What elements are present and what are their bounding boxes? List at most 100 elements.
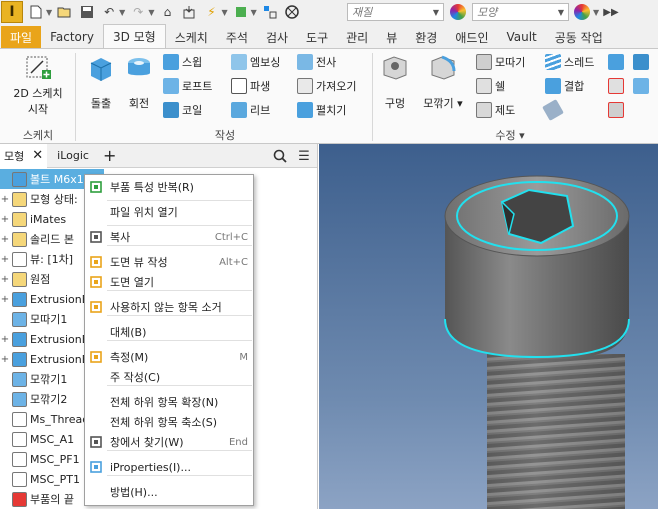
tree-origin[interactable]: + 원점 [0,269,50,289]
tab-factory[interactable]: Factory [41,26,103,48]
combine-button[interactable]: 결합 [545,77,584,95]
tab-environments[interactable]: 환경 [406,26,446,48]
tree-extrusion-1[interactable]: + ExtrusionB [0,289,89,309]
color-wheel-icon[interactable] [450,4,466,20]
eraser-button[interactable] [542,99,564,121]
tree-end-of-part[interactable]: 부품의 끝 [0,489,74,509]
tree-ms-thread[interactable]: Ms_Thread [0,409,89,429]
modify-group-label[interactable]: 수정 ▾ [470,127,550,143]
extrude-button[interactable]: 돌출 [82,53,120,111]
graphics-viewport[interactable] [319,144,658,509]
expand-icon[interactable]: + [0,214,10,225]
draft-button[interactable]: 제도 [476,101,515,119]
tab-ilogic[interactable]: iLogic [53,144,93,168]
move-face-button[interactable] [608,53,627,71]
direct-edit-button[interactable] [608,77,627,95]
unfold-button[interactable]: 펼치기 [297,101,346,119]
tab-file[interactable]: 파일 [1,26,42,48]
expand-icon[interactable]: + [0,234,10,245]
menu-repeat-part-properties[interactable]: 부품 특성 반복(R) [85,177,253,197]
menu-copy[interactable]: 복사 Ctrl+C [85,227,253,247]
expand-icon[interactable]: + [0,334,10,345]
start-2d-sketch-button[interactable]: 2D 스케치 시작 [8,53,68,117]
tree-fillet-1[interactable]: 모깎기1 [0,369,67,389]
split-button[interactable] [633,77,652,95]
menu-find-in-window[interactable]: 창에서 찾기(W) End [85,432,253,452]
revolve-button[interactable]: 회전 [120,53,158,111]
tree-msc-a1[interactable]: MSC_A1 [0,429,74,449]
expand-icon[interactable]: + [0,354,10,365]
select-dropdown-icon[interactable]: ▼ [251,8,257,17]
decal-button[interactable]: 전사 [297,53,336,71]
material-combo[interactable]: 재질 ▼ [347,3,444,21]
appearance-dropdown-icon[interactable]: ▼ [593,8,599,17]
menu-create-drawing-view[interactable]: 도면 뷰 작성 Alt+C [85,252,253,272]
search-icon[interactable] [271,147,289,165]
tree-imates[interactable]: + iMates [0,209,66,229]
tab-add-ins[interactable]: 애드인 [446,26,497,48]
delete-face-button[interactable] [608,101,627,119]
rib-button[interactable]: 리브 [231,101,270,119]
tab-sketch[interactable]: 스케치 [166,26,217,48]
thread-button[interactable]: 스레드 [545,53,594,71]
add-tab-button[interactable]: + [99,144,120,168]
tree-chamfer-1[interactable]: 모따기1 [0,309,67,329]
menu-expand-all-children[interactable]: 전체 하위 항목 확장(N) [85,392,253,412]
tree-extrusion-2[interactable]: + ExtrusionB [0,329,89,349]
parameters-icon[interactable] [261,3,279,21]
copy-object-button[interactable] [633,53,652,71]
tab-tools[interactable]: 도구 [297,26,337,48]
import-button[interactable]: 가져오기 [297,77,356,95]
tree-extrusion-3[interactable]: + ExtrusionB [0,349,89,369]
expand-icon[interactable]: + [0,194,10,205]
menu-purge-unused[interactable]: 사용하지 않는 항목 소거 [85,297,253,317]
tree-solid-bodies[interactable]: + 솔리드 본 [0,229,74,249]
redo-icon[interactable]: ↷ [129,3,147,21]
close-icon[interactable]: ✕ [32,148,43,163]
tree-fillet-2[interactable]: 모깎기2 [0,389,67,409]
save-icon[interactable] [78,3,96,21]
new-dropdown-icon[interactable]: ▼ [46,8,52,17]
loft-button[interactable]: 로프트 [163,77,212,95]
menu-replace[interactable]: 대체(B) [85,322,253,342]
fillet-button[interactable]: 모깎기 ▾ [420,53,466,111]
undo-dropdown-icon[interactable]: ▼ [119,8,125,17]
appearance-combo[interactable]: 모양 ▼ [472,3,569,21]
expand-icon[interactable]: + [0,274,10,285]
menu-open-file-location[interactable]: 파일 위치 열기 [85,202,253,222]
menu-create-note[interactable]: 주 작성(C) [85,367,253,387]
no-material-icon[interactable] [283,3,301,21]
open-icon[interactable] [56,3,74,21]
derive-button[interactable]: 파생 [231,77,270,95]
redo-dropdown-icon[interactable]: ▼ [148,8,154,17]
overflow-icon[interactable]: ▶▶ [602,3,620,21]
menu-how-to[interactable]: 방법(H)... [85,482,253,502]
tree-view[interactable]: + 뷰: [1차] [0,249,73,269]
update-dropdown-icon[interactable]: ▼ [221,8,227,17]
tab-manage[interactable]: 관리 [337,26,377,48]
update-icon[interactable]: ⚡ [202,3,220,21]
undo-icon[interactable]: ↶ [100,3,118,21]
menu-iproperties[interactable]: iProperties(I)... [85,457,253,477]
menu-measure[interactable]: 측정(M) M [85,347,253,367]
emboss-button[interactable]: 엠보싱 [231,53,280,71]
tab-model[interactable]: 모형 ✕ [0,143,48,168]
expand-icon[interactable]: + [0,254,10,265]
return-icon[interactable] [180,3,198,21]
hole-button[interactable]: 구멍 [377,53,413,111]
shell-button[interactable]: 쉘 [476,77,505,95]
select-icon[interactable] [232,3,250,21]
coil-button[interactable]: 코일 [163,101,202,119]
home-icon[interactable]: ⌂ [158,3,176,21]
tab-collaborate[interactable]: 공동 작업 [546,26,612,48]
new-icon[interactable] [27,3,45,21]
chamfer-button[interactable]: 모따기 [476,53,525,71]
expand-icon[interactable]: + [0,294,10,305]
tree-msc-pf1[interactable]: MSC_PF1 [0,449,80,469]
tree-msc-pt1[interactable]: MSC_PT1 [0,469,80,489]
tab-3d-model[interactable]: 3D 모형 [102,24,166,48]
color-wheel-icon[interactable] [574,4,590,20]
tab-inspect[interactable]: 검사 [257,26,297,48]
menu-collapse-all-children[interactable]: 전체 하위 항목 축소(S) [85,412,253,432]
tab-view[interactable]: 뷰 [377,26,406,48]
